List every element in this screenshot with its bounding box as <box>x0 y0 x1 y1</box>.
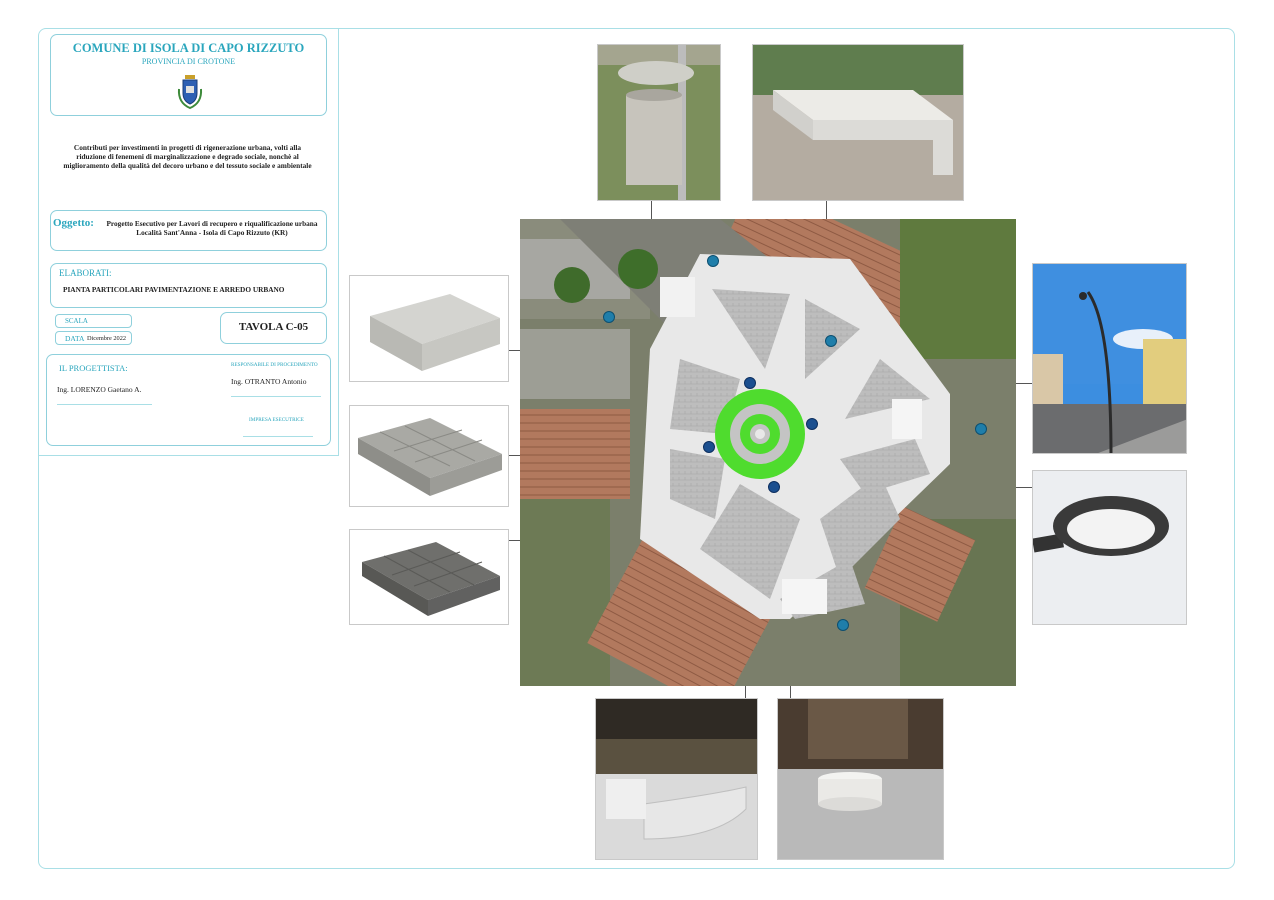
elaborati-title: PIANTA PARTICOLARI PAVIMENTAZIONE E ARRE… <box>63 285 285 294</box>
funding-text: Contributi per investimenti in progetti … <box>63 143 312 170</box>
location-pin-icon <box>768 481 780 493</box>
data-value: Dicembre 2022 <box>87 335 126 342</box>
street-lamp-photo <box>1032 263 1187 454</box>
location-pin-icon <box>806 418 818 430</box>
elaborati-label: ELABORATI: <box>59 268 112 278</box>
tavola-box: TAVOLA C-05 <box>220 312 327 344</box>
title-block: COMUNE DI ISOLA DI CAPO RIZZUTO PROVINCI… <box>38 28 339 456</box>
lamp-head-photo <box>1032 470 1187 625</box>
municipality-title: COMUNE DI ISOLA DI CAPO RIZZUTO <box>72 41 305 55</box>
progettista-signature-line <box>57 404 152 405</box>
connector-line <box>790 684 791 698</box>
site-plan <box>520 219 1016 686</box>
bench-photo <box>752 44 964 201</box>
location-pin-icon <box>707 255 719 267</box>
coat-of-arms-icon <box>176 73 204 111</box>
data-label: DATA <box>65 334 85 343</box>
scala-box: SCALA <box>55 314 132 328</box>
location-pin-icon <box>744 377 756 389</box>
progettista-label: IL PROGETTISTA: <box>59 363 128 373</box>
subject-box: Oggetto: Progetto Esecutivo per Lavori d… <box>50 210 327 251</box>
location-pin-icon <box>603 311 615 323</box>
responsabile-label: RESPONSABILE DI PROCEDIMENTO <box>231 362 318 368</box>
curved-bench-photo <box>595 698 758 860</box>
litter-bin-photo <box>597 44 721 201</box>
location-pin-icon <box>703 441 715 453</box>
connector-line <box>826 200 827 220</box>
subject-label: Oggetto: <box>53 217 94 229</box>
location-pin-icon <box>975 423 987 435</box>
signatures-box: IL PROGETTISTA: Ing. LORENZO Gaetano A. … <box>46 354 331 446</box>
header-box: COMUNE DI ISOLA DI CAPO RIZZUTO PROVINCI… <box>50 34 327 116</box>
subject-text: Progetto Esecutivo per Lavori di recuper… <box>106 219 318 238</box>
connector-line <box>745 684 746 698</box>
paver-dark-grey-photo <box>349 529 509 625</box>
impresa-label: IMPRESA ESECUTRICE <box>249 417 304 423</box>
scala-label: SCALA <box>65 317 88 325</box>
paver-light-grey-photo <box>349 405 509 507</box>
province-subtitle: PROVINCIA DI CROTONE <box>141 57 236 66</box>
progettista-name: Ing. LORENZO Gaetano A. <box>57 385 142 394</box>
impresa-signature-line <box>243 436 313 437</box>
paver-single-photo <box>349 275 509 382</box>
location-pin-icon <box>837 619 849 631</box>
responsabile-name: Ing. OTRANTO Antonio <box>231 377 307 386</box>
round-seat-photo <box>777 698 944 860</box>
elaborati-box: ELABORATI: PIANTA PARTICOLARI PAVIMENTAZ… <box>50 263 327 308</box>
tavola-label: TAVOLA C-05 <box>238 321 309 333</box>
data-box: DATA Dicembre 2022 <box>55 331 132 345</box>
location-pin-icon <box>825 335 837 347</box>
responsabile-signature-line <box>231 396 321 397</box>
